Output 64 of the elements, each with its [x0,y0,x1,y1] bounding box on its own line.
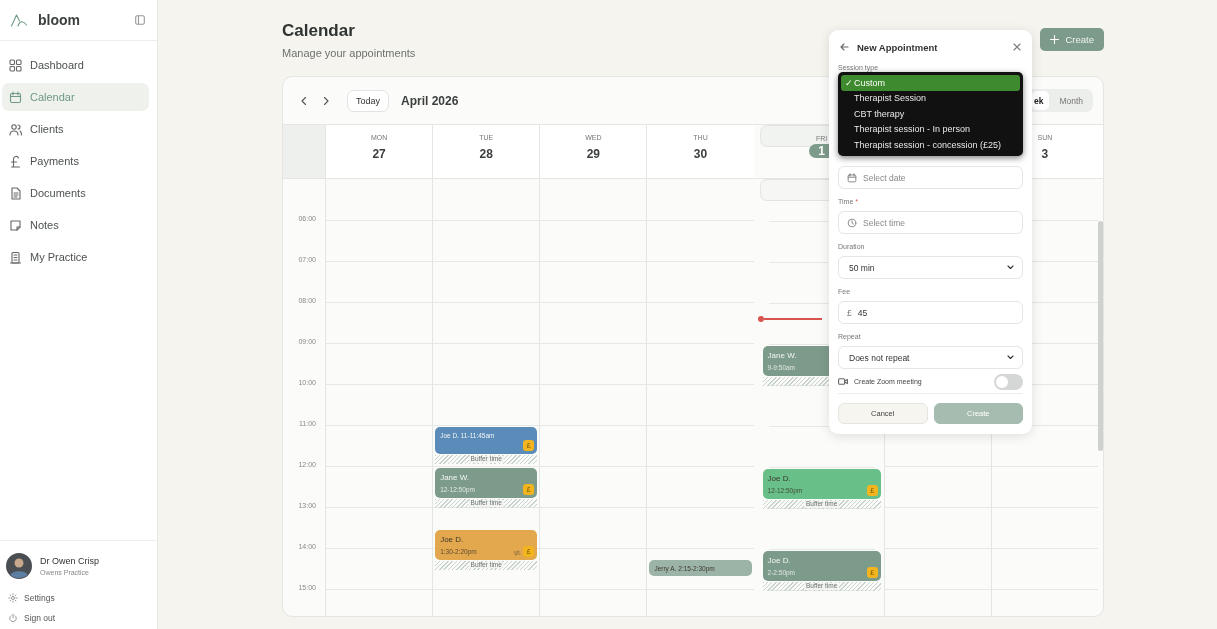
input-field[interactable]: £ 45 [838,301,1023,324]
close-icon [1013,43,1021,51]
calendar-icon [9,90,22,104]
nav-item[interactable]: Payments [2,147,149,175]
grid-icon [9,58,22,72]
dialog-title: New Appointment [857,41,939,53]
clock-icon [847,217,857,228]
power-icon [8,613,18,623]
brand-name: bloom [38,12,81,28]
client-name: Joe D. [767,556,791,565]
day-number: 29 [586,147,601,161]
building-icon [9,250,22,264]
nav-item[interactable]: Documents [2,179,149,207]
select-field[interactable]: 50 min [838,256,1023,279]
users-icon [9,122,22,136]
current-time-marker [757,316,764,322]
day-number: 28 [479,147,493,161]
chevron-right-icon [322,95,330,106]
back-arrow-icon [840,43,849,51]
pound-icon [9,154,22,168]
select-field[interactable]: Does not repeat [838,346,1023,369]
client-name: Jane W. [440,473,470,482]
chevron-left-icon [300,95,308,106]
nav-item[interactable]: My Practice [2,243,149,271]
document-icon [9,186,22,200]
sidebar-link[interactable]: Settings [8,591,149,605]
calendar-icon [847,172,857,183]
client-name: Joe D. [440,534,464,544]
nav-item[interactable]: Clients [2,115,149,143]
nav-item[interactable]: Dashboard [2,51,149,79]
dropdown-option[interactable]: Therapist session - In person [841,121,1020,137]
page-title: Calendar [282,21,356,41]
input-field[interactable]: Select date [838,166,1023,189]
chevron-down-icon [1007,355,1014,360]
close-button[interactable] [1013,43,1021,51]
sidebar-toggle-icon [135,15,145,25]
view-tab[interactable]: Month [1051,91,1091,110]
today-button[interactable]: Today [347,89,390,112]
back-button[interactable] [840,43,849,51]
note-icon [9,218,22,232]
avatar [6,553,32,579]
dropdown-option[interactable]: Therapist session - concession (£25) [841,137,1020,153]
scrollbar-thumb[interactable] [1098,221,1103,451]
zoom-toggle[interactable] [994,373,1023,390]
gear-icon [8,593,18,603]
user-name: Dr Owen Crisp [40,556,99,566]
dropdown-option[interactable]: CBT therapy [841,106,1020,122]
dropdown-option[interactable]: ✓Custom [841,75,1020,91]
logo-icon [10,13,28,27]
client-name: Joe D. [767,474,791,483]
sidebar-link[interactable]: Sign out [8,611,149,625]
nav-item[interactable]: Notes [2,211,149,239]
chevron-down-icon [1007,265,1014,270]
day-number: 3 [1041,147,1049,161]
day-number: 27 [372,147,386,161]
video-camera-icon [838,378,848,385]
dropdown-option[interactable]: Therapist Session [841,90,1020,106]
input-field[interactable]: Select time [838,211,1023,234]
period-title: April 2026 [401,93,459,108]
current-time-line [763,318,822,320]
page-subtitle: Manage your appointments [282,47,416,59]
day-number: 30 [693,147,708,161]
plus-icon [1050,35,1060,44]
client-name: Jane W. [767,351,797,360]
